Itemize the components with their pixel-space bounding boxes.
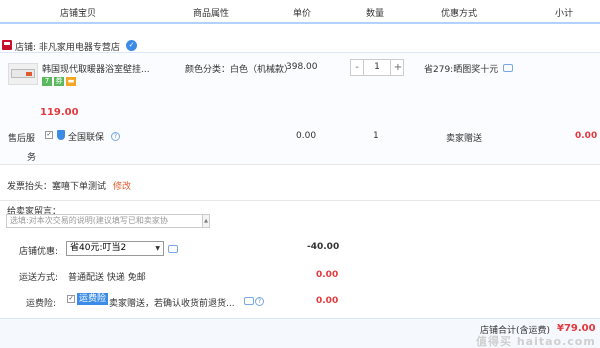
header-discount: 优惠方式: [441, 9, 478, 19]
warranty-label: 全国联保: [68, 133, 105, 143]
header-unit-price: 单价: [293, 9, 312, 19]
help-icon[interactable]: ?: [255, 297, 264, 306]
heater-image-icon: [11, 69, 35, 78]
discount-amount: -40.00: [307, 242, 340, 252]
discount-label: 店铺优惠:: [19, 247, 59, 257]
insurance-text: 卖家赠送，若确认收货前退货...: [109, 299, 235, 309]
message-placeholder: 选填:对本次交易的说明(建议填写已和卖家协: [10, 216, 168, 225]
unit-price: 398.00: [286, 62, 318, 72]
header-shop-item: 店铺宝贝: [60, 9, 97, 19]
service-price: 0.00: [296, 131, 317, 141]
chat-icon[interactable]: [244, 297, 254, 305]
insurance-label: 运费险:: [26, 299, 57, 309]
verified-icon: ✓: [126, 40, 137, 51]
service-promo: 卖家赠送: [446, 134, 483, 144]
insurance-checkbox[interactable]: ✓: [67, 295, 75, 303]
promo-text: 省279:晒图奖十元: [424, 65, 499, 75]
badge-card-icon: ▬: [66, 77, 76, 86]
divider: [0, 200, 600, 201]
invoice-label: 发票抬头：塞嘻下单测试: [7, 182, 107, 192]
header-subtotal: 小计: [555, 9, 574, 19]
after-sales-label-2: 务: [27, 153, 37, 163]
insurance-tag: 运费险: [77, 293, 109, 305]
badge-7day-icon: 7: [42, 77, 52, 86]
chevron-down-icon: ▼: [155, 245, 160, 252]
shipping-amount: 0.00: [316, 270, 339, 280]
shield-icon: [57, 130, 65, 140]
product-attribute: 颜色分类：白色（机械款）: [185, 65, 294, 75]
after-sales-label-1: 售后服: [8, 134, 36, 144]
shipping-label: 运送方式:: [19, 273, 59, 283]
discount-select[interactable]: 省40元:叮当2 ▼: [66, 241, 164, 256]
message-input[interactable]: 选填:对本次交易的说明(建议填写已和卖家协 ▲: [6, 214, 210, 228]
qty-minus-button[interactable]: -: [351, 60, 363, 75]
insurance-amount: 0.00: [316, 296, 339, 306]
invoice-edit-link[interactable]: 修改: [113, 179, 131, 192]
header-attributes: 商品属性: [193, 9, 230, 19]
divider: [0, 164, 600, 165]
product-title[interactable]: 韩国现代取暖器浴室壁挂...: [42, 62, 150, 75]
chat-icon[interactable]: [503, 64, 513, 72]
badge-coupon-icon: 券: [54, 77, 64, 86]
product-thumbnail[interactable]: [8, 63, 38, 85]
table-header: 店铺宝贝 商品属性 单价 数量 优惠方式 小计: [0, 0, 600, 24]
watermark: 值得买 haitao.com: [476, 335, 596, 348]
qty-plus-button[interactable]: +: [392, 60, 404, 75]
service-subtotal: 0.00: [575, 131, 598, 141]
help-icon[interactable]: ?: [111, 132, 120, 141]
qty-input[interactable]: 1: [363, 60, 391, 75]
chat-icon[interactable]: [168, 245, 178, 253]
shipping-method: 普通配送 快递 免邮: [68, 273, 146, 283]
shop-icon: [2, 40, 12, 50]
discount-selected: 省40元:叮当2: [70, 243, 127, 253]
quantity-stepper[interactable]: - 1 +: [350, 59, 404, 76]
warranty-checkbox[interactable]: ✓: [45, 131, 53, 139]
header-quantity: 数量: [366, 9, 385, 19]
scroll-arrow-icon[interactable]: ▲: [202, 215, 209, 227]
promo-price: 119.00: [40, 107, 79, 118]
service-quantity: 1: [373, 131, 379, 141]
